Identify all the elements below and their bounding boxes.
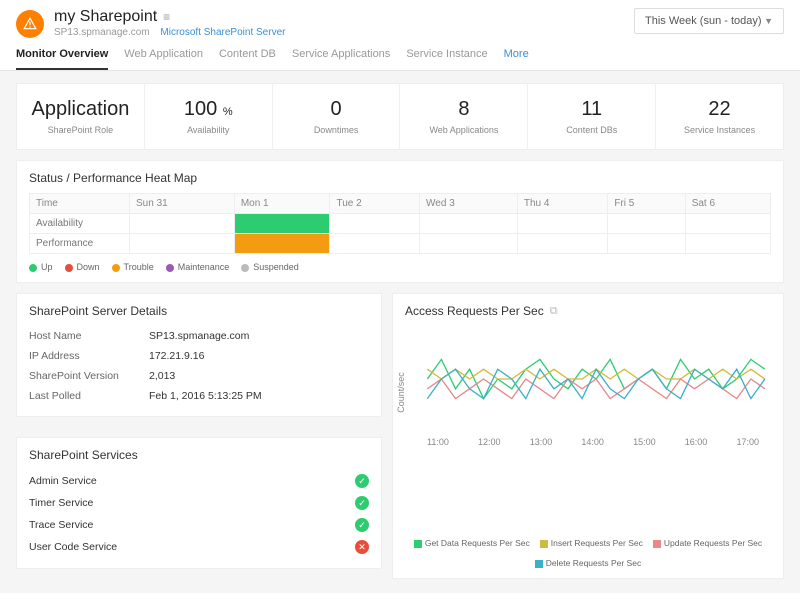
kpi-availability: 100 % Availability <box>145 84 273 149</box>
chart-title: Access Requests Per Sec <box>405 304 544 318</box>
heatmap-legend: Up Down Trouble Maintenance Suspended <box>29 262 771 272</box>
app-icon <box>16 10 44 38</box>
kpi-downtimes: 0 Downtimes <box>273 84 401 149</box>
status-up-icon: ✓ <box>355 518 369 532</box>
chart-legend: Get Data Requests Per Sec Insert Request… <box>405 538 771 568</box>
status-down-icon: ✕ <box>355 540 369 554</box>
status-up-icon: ✓ <box>355 496 369 510</box>
product-link[interactable]: Microsoft SharePoint Server <box>160 27 285 38</box>
host-label: SP13.spmanage.com <box>54 27 150 38</box>
tab-content-db[interactable]: Content DB <box>219 48 276 70</box>
time-range-label: This Week (sun - today) <box>645 15 762 27</box>
heatmap-card: Status / Performance Heat Map Time Sun 3… <box>16 160 784 283</box>
chart-xaxis: 11:0012:0013:0014:0015:0016:0017:00 <box>405 437 771 447</box>
kpi-service-instances: 22 Service Instances <box>656 84 783 149</box>
service-row: Timer Service✓ <box>29 492 369 514</box>
chart-plot <box>405 324 771 434</box>
service-row: User Code Service✕ <box>29 536 369 558</box>
tab-service-instance[interactable]: Service Instance <box>406 48 487 70</box>
dot-suspended-icon <box>241 264 249 272</box>
kpi-card: Application SharePoint Role 100 % Availa… <box>16 83 784 150</box>
legend-sq-icon <box>535 560 543 568</box>
legend-sq-icon <box>653 540 661 548</box>
tab-service-applications[interactable]: Service Applications <box>292 48 390 70</box>
legend-sq-icon <box>414 540 422 548</box>
legend-sq-icon <box>540 540 548 548</box>
detail-row: IP Address172.21.9.16 <box>29 346 369 366</box>
heatmap-title: Status / Performance Heat Map <box>29 171 771 185</box>
dot-trouble-icon <box>112 264 120 272</box>
tab-more[interactable]: More <box>504 48 529 70</box>
kpi-contentdbs: 11 Content DBs <box>528 84 656 149</box>
kpi-role: Application SharePoint Role <box>17 84 145 149</box>
heatmap-cell-trouble <box>234 234 330 254</box>
service-row: Trace Service✓ <box>29 514 369 536</box>
detail-row: SharePoint Version2,013 <box>29 366 369 386</box>
kpi-value: Application <box>21 98 140 121</box>
hamburger-icon[interactable]: ≡ <box>163 10 170 24</box>
dot-up-icon <box>29 264 37 272</box>
services-title: SharePoint Services <box>29 448 369 462</box>
page-title: my Sharepoint <box>54 8 157 26</box>
heatmap-row-availability: Availability <box>30 214 771 234</box>
detail-row: Host NameSP13.spmanage.com <box>29 326 369 346</box>
kpi-label: SharePoint Role <box>21 125 140 135</box>
dot-down-icon <box>65 264 73 272</box>
detail-row: Last PolledFeb 1, 2016 5:13:25 PM <box>29 386 369 406</box>
dot-maintenance-icon <box>166 264 174 272</box>
services-card: SharePoint Services Admin Service✓ Timer… <box>16 437 382 569</box>
status-up-icon: ✓ <box>355 474 369 488</box>
tabs: Monitor Overview Web Application Content… <box>0 38 800 71</box>
details-card: SharePoint Server Details Host NameSP13.… <box>16 293 382 417</box>
tab-monitor-overview[interactable]: Monitor Overview <box>16 48 108 70</box>
time-range-select[interactable]: This Week (sun - today) ▼ <box>634 8 784 34</box>
details-title: SharePoint Server Details <box>29 304 369 318</box>
chart-card: Access Requests Per Sec ⧉ Count/sec 11:0… <box>392 293 784 579</box>
heatmap-table: Time Sun 31 Mon 1 Tue 2 Wed 3 Thu 4 Fri … <box>29 193 771 254</box>
tab-web-application[interactable]: Web Application <box>124 48 203 70</box>
kpi-webapps: 8 Web Applications <box>400 84 528 149</box>
chevron-down-icon: ▼ <box>764 16 773 26</box>
external-link-icon[interactable]: ⧉ <box>550 305 558 318</box>
chart-ylabel: Count/sec <box>396 372 406 413</box>
service-row: Admin Service✓ <box>29 470 369 492</box>
heatmap-cell-up <box>234 214 330 234</box>
heatmap-row-performance: Performance <box>30 234 771 254</box>
